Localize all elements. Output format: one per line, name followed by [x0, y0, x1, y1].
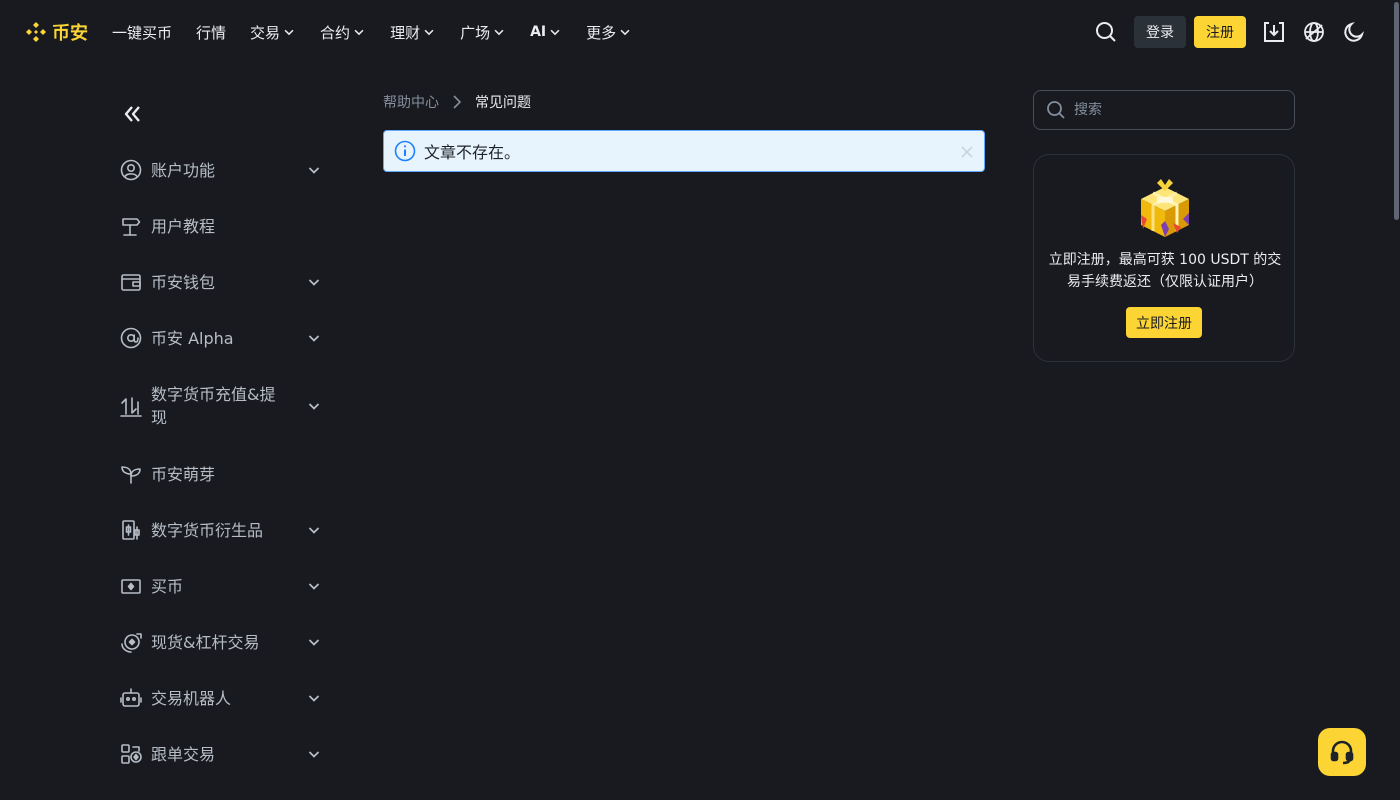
- sidebar-item-label: 账户功能: [151, 160, 216, 180]
- wallet-icon: [119, 270, 143, 294]
- signpost-icon: [119, 214, 143, 238]
- sidebar-item-label: 跟单交易: [151, 744, 216, 764]
- top-header: 币安 一键买币 行情 交易 合约 理财 广场 AI 更多 登录 注册: [0, 0, 1400, 64]
- chevron-down-icon[interactable]: [306, 330, 322, 346]
- chevron-down-icon: [618, 25, 632, 39]
- login-button[interactable]: 登录: [1134, 16, 1186, 48]
- chevron-down-icon[interactable]: [306, 398, 322, 414]
- nav-item-label: 更多: [586, 23, 617, 42]
- chevron-down-icon[interactable]: [306, 746, 322, 762]
- sidebar-item-3[interactable]: 币安 Alpha: [118, 310, 330, 366]
- gift-box-icon: [1141, 179, 1189, 237]
- chevron-down-icon[interactable]: [306, 162, 322, 178]
- search-input[interactable]: [1074, 102, 1274, 118]
- register-promo-card: 立即注册，最高可获 100 USDT 的交易手续费返还（仅限认证用户） 立即注册: [1033, 154, 1295, 362]
- nav-item-2[interactable]: 交易: [250, 20, 296, 44]
- breadcrumb: 帮助中心 常见问题: [383, 92, 531, 112]
- sidebar-item-2[interactable]: 币安钱包: [118, 254, 330, 310]
- search-icon: [1046, 100, 1066, 120]
- headset-icon: [1330, 740, 1354, 765]
- nav-item-3[interactable]: 合约: [320, 20, 366, 44]
- binance-logo-icon: [26, 22, 46, 42]
- sidebar-item-label: 交易机器人: [151, 688, 232, 708]
- nav-item-label: 交易: [250, 23, 281, 42]
- nav-item-6[interactable]: AI: [530, 20, 562, 44]
- nav-item-0[interactable]: 一键买币: [112, 20, 172, 44]
- sidebar-item-10[interactable]: 跟单交易: [118, 726, 330, 782]
- info-icon: [394, 140, 416, 162]
- promo-text: 立即注册，最高可获 100 USDT 的交易手续费返还（仅限认证用户）: [1048, 252, 1282, 290]
- logo-text: 币安: [52, 23, 88, 44]
- chevron-down-icon[interactable]: [306, 274, 322, 290]
- chevron-down-icon: [282, 25, 296, 39]
- globe-icon[interactable]: [1302, 20, 1326, 44]
- article-not-found-alert: 文章不存在。: [383, 130, 985, 172]
- sidebar-item-9[interactable]: 交易机器人: [118, 670, 330, 726]
- sidebar-item-label: 币安钱包: [151, 272, 216, 292]
- sidebar-item-label: 币安萌芽: [151, 464, 216, 484]
- chevron-down-icon[interactable]: [306, 690, 322, 706]
- copy-trading-icon: [119, 742, 143, 766]
- robot-icon: [119, 686, 143, 710]
- sprout-icon: [119, 462, 143, 486]
- nav-item-label: 合约: [320, 23, 351, 42]
- user-circle-icon: [119, 158, 143, 182]
- chevron-down-icon[interactable]: [306, 578, 322, 594]
- at-icon: [119, 326, 143, 350]
- page-scrollbar[interactable]: [1392, 0, 1400, 800]
- spot-margin-icon: [119, 630, 143, 654]
- chevron-down-icon: [422, 25, 436, 39]
- collapse-sidebar-icon[interactable]: [120, 102, 144, 126]
- sidebar-item-8[interactable]: 现货&杠杆交易: [118, 614, 330, 670]
- chevron-down-icon[interactable]: [306, 634, 322, 650]
- help-sidebar: 账户功能用户教程币安钱包币安 Alpha 数字货币充值&提现币安萌芽数字货币衍生品…: [118, 142, 330, 782]
- nav-item-1[interactable]: 行情: [196, 20, 226, 44]
- sidebar-item-label: 币安 Alpha: [151, 328, 234, 348]
- search-icon[interactable]: [1094, 20, 1118, 44]
- alert-message: 文章不存在。: [424, 143, 521, 162]
- cash-icon: [119, 574, 143, 598]
- sidebar-item-label: 数字货币衍生品: [151, 520, 264, 540]
- moon-icon[interactable]: [1342, 20, 1366, 44]
- breadcrumb-current: 常见问题: [475, 95, 531, 111]
- help-search-box[interactable]: [1033, 90, 1295, 130]
- close-icon[interactable]: [960, 144, 974, 158]
- sidebar-item-0[interactable]: 账户功能: [118, 142, 330, 198]
- nav-item-label: 一键买币: [112, 23, 173, 42]
- sidebar-item-label: 现货&杠杆交易: [151, 632, 260, 652]
- sidebar-item-5[interactable]: 币安萌芽: [118, 446, 330, 502]
- nav-item-label: 行情: [196, 23, 227, 42]
- sidebar-item-7[interactable]: 买币: [118, 558, 330, 614]
- main-nav: 一键买币 行情 交易 合约 理财 广场 AI 更多: [112, 20, 656, 44]
- nav-item-7[interactable]: 更多: [586, 20, 632, 44]
- chevron-right-icon: [451, 94, 463, 110]
- sidebar-item-label: 数字货币充值&提现: [151, 385, 276, 427]
- download-icon[interactable]: [1262, 20, 1286, 44]
- breadcrumb-home-link[interactable]: 帮助中心: [383, 92, 439, 112]
- register-now-button[interactable]: 立即注册: [1126, 307, 1202, 338]
- sidebar-item-6[interactable]: 数字货币衍生品: [118, 502, 330, 558]
- chevron-down-icon[interactable]: [306, 522, 322, 538]
- binance-logo[interactable]: 币安: [24, 19, 88, 45]
- nav-item-label: 广场: [460, 23, 491, 42]
- deposit-withdraw-icon: [119, 394, 143, 418]
- sidebar-item-4[interactable]: 数字货币充值&提现: [118, 366, 330, 446]
- nav-item-label: AI: [530, 24, 547, 40]
- derivatives-icon: [119, 518, 143, 542]
- scrollbar-thumb[interactable]: [1394, 2, 1399, 220]
- nav-item-5[interactable]: 广场: [460, 20, 506, 44]
- register-button[interactable]: 注册: [1194, 16, 1246, 48]
- sidebar-item-label: 用户教程: [151, 216, 216, 236]
- sidebar-item-1[interactable]: 用户教程: [118, 198, 330, 254]
- chevron-down-icon: [352, 25, 366, 39]
- customer-support-button[interactable]: [1318, 728, 1366, 776]
- nav-item-label: 理财: [390, 23, 421, 42]
- chevron-down-icon: [548, 25, 562, 39]
- nav-item-4[interactable]: 理财: [390, 20, 436, 44]
- chevron-down-icon: [492, 25, 506, 39]
- sidebar-item-label: 买币: [151, 576, 184, 596]
